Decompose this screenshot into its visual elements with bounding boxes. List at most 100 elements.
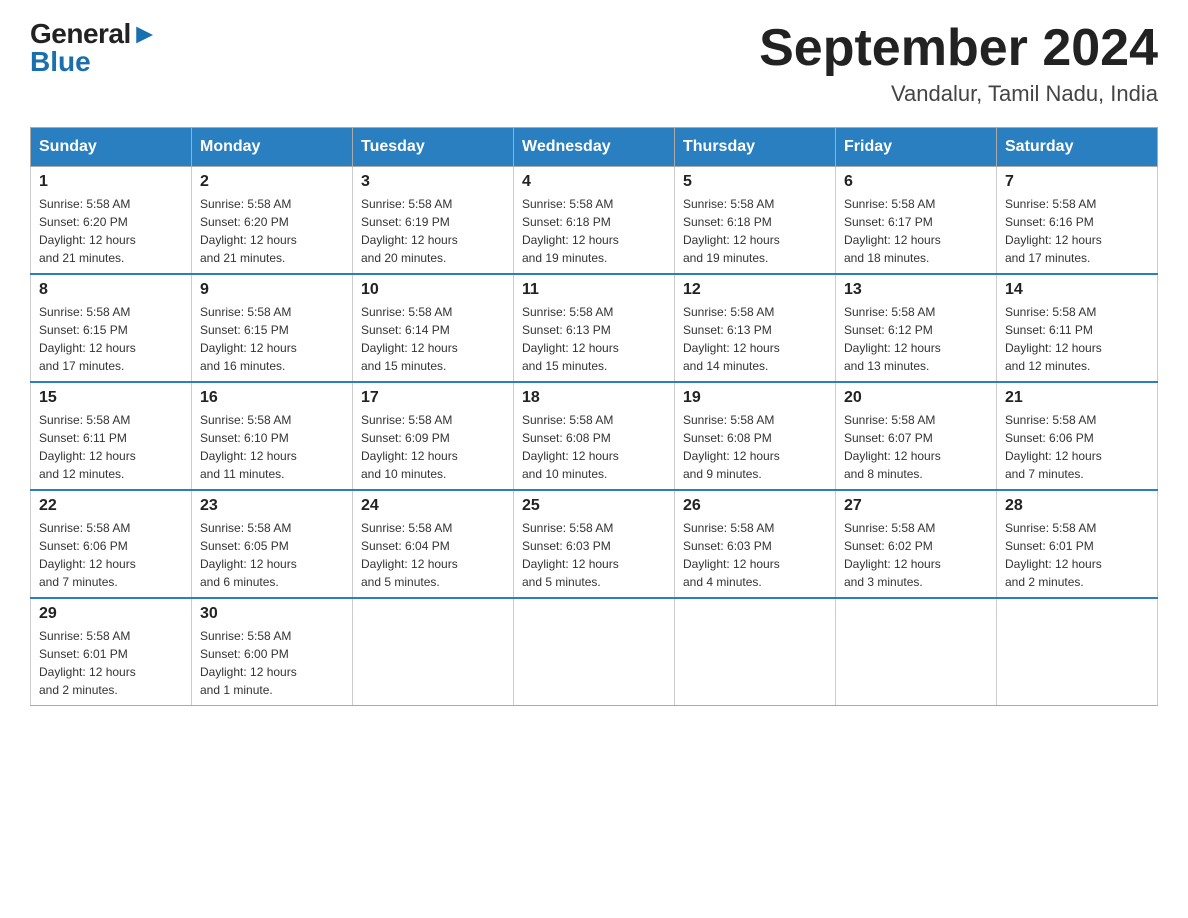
day-number: 11 xyxy=(522,281,666,299)
day-info: Sunrise: 5:58 AMSunset: 6:07 PMDaylight:… xyxy=(844,411,988,483)
day-info: Sunrise: 5:58 AMSunset: 6:16 PMDaylight:… xyxy=(1005,195,1149,267)
calendar-cell: 11 Sunrise: 5:58 AMSunset: 6:13 PMDayligh… xyxy=(514,274,675,382)
day-number: 24 xyxy=(361,497,505,515)
day-number: 26 xyxy=(683,497,827,515)
calendar-week-row: 15 Sunrise: 5:58 AMSunset: 6:11 PMDayligh… xyxy=(31,382,1158,490)
calendar-cell: 5 Sunrise: 5:58 AMSunset: 6:18 PMDaylight… xyxy=(675,167,836,275)
calendar-cell: 20 Sunrise: 5:58 AMSunset: 6:07 PMDayligh… xyxy=(836,382,997,490)
day-number: 2 xyxy=(200,173,344,191)
day-info: Sunrise: 5:58 AMSunset: 6:06 PMDaylight:… xyxy=(39,519,183,591)
col-header-friday: Friday xyxy=(836,128,997,167)
day-number: 21 xyxy=(1005,389,1149,407)
day-info: Sunrise: 5:58 AMSunset: 6:06 PMDaylight:… xyxy=(1005,411,1149,483)
calendar-cell: 6 Sunrise: 5:58 AMSunset: 6:17 PMDaylight… xyxy=(836,167,997,275)
day-info: Sunrise: 5:58 AMSunset: 6:14 PMDaylight:… xyxy=(361,303,505,375)
day-number: 18 xyxy=(522,389,666,407)
calendar-cell: 7 Sunrise: 5:58 AMSunset: 6:16 PMDaylight… xyxy=(997,167,1158,275)
day-number: 22 xyxy=(39,497,183,515)
day-number: 9 xyxy=(200,281,344,299)
day-number: 15 xyxy=(39,389,183,407)
calendar-cell: 28 Sunrise: 5:58 AMSunset: 6:01 PMDayligh… xyxy=(997,490,1158,598)
calendar-cell: 16 Sunrise: 5:58 AMSunset: 6:10 PMDayligh… xyxy=(192,382,353,490)
calendar-cell xyxy=(675,598,836,706)
calendar-cell xyxy=(353,598,514,706)
calendar-cell: 22 Sunrise: 5:58 AMSunset: 6:06 PMDayligh… xyxy=(31,490,192,598)
calendar-cell: 24 Sunrise: 5:58 AMSunset: 6:04 PMDayligh… xyxy=(353,490,514,598)
calendar-cell: 8Sunrise: 5:58 AMSunset: 6:15 PMDaylight… xyxy=(31,274,192,382)
day-number: 13 xyxy=(844,281,988,299)
page-header: General► Blue September 2024 Vandalur, T… xyxy=(30,20,1158,107)
day-info: Sunrise: 5:58 AMSunset: 6:00 PMDaylight:… xyxy=(200,627,344,699)
calendar-cell: 3 Sunrise: 5:58 AMSunset: 6:19 PMDaylight… xyxy=(353,167,514,275)
day-info: Sunrise: 5:58 AMSunset: 6:20 PMDaylight:… xyxy=(200,195,344,267)
col-header-saturday: Saturday xyxy=(997,128,1158,167)
day-info: Sunrise: 5:58 AMSunset: 6:03 PMDaylight:… xyxy=(683,519,827,591)
calendar-cell: 19 Sunrise: 5:58 AMSunset: 6:08 PMDayligh… xyxy=(675,382,836,490)
calendar-cell: 10 Sunrise: 5:58 AMSunset: 6:14 PMDayligh… xyxy=(353,274,514,382)
day-info: Sunrise: 5:58 AMSunset: 6:19 PMDaylight:… xyxy=(361,195,505,267)
calendar-cell: 26 Sunrise: 5:58 AMSunset: 6:03 PMDayligh… xyxy=(675,490,836,598)
day-number: 23 xyxy=(200,497,344,515)
day-info: Sunrise: 5:58 AMSunset: 6:11 PMDaylight:… xyxy=(39,411,183,483)
day-info: Sunrise: 5:58 AMSunset: 6:04 PMDaylight:… xyxy=(361,519,505,591)
calendar-cell: 23 Sunrise: 5:58 AMSunset: 6:05 PMDayligh… xyxy=(192,490,353,598)
day-number: 14 xyxy=(1005,281,1149,299)
day-info: Sunrise: 5:58 AMSunset: 6:13 PMDaylight:… xyxy=(683,303,827,375)
day-number: 4 xyxy=(522,173,666,191)
day-info: Sunrise: 5:58 AMSunset: 6:10 PMDaylight:… xyxy=(200,411,344,483)
day-info: Sunrise: 5:58 AMSunset: 6:08 PMDaylight:… xyxy=(683,411,827,483)
calendar-cell: 21 Sunrise: 5:58 AMSunset: 6:06 PMDayligh… xyxy=(997,382,1158,490)
calendar-cell: 25Sunrise: 5:58 AMSunset: 6:03 PMDayligh… xyxy=(514,490,675,598)
day-number: 30 xyxy=(200,605,344,623)
day-info: Sunrise: 5:58 AMSunset: 6:01 PMDaylight:… xyxy=(1005,519,1149,591)
title-block: September 2024 Vandalur, Tamil Nadu, Ind… xyxy=(759,20,1158,107)
calendar-cell: 4Sunrise: 5:58 AMSunset: 6:18 PMDaylight… xyxy=(514,167,675,275)
day-info: Sunrise: 5:58 AMSunset: 6:13 PMDaylight:… xyxy=(522,303,666,375)
day-info: Sunrise: 5:58 AMSunset: 6:08 PMDaylight:… xyxy=(522,411,666,483)
day-number: 29 xyxy=(39,605,183,623)
day-number: 12 xyxy=(683,281,827,299)
day-info: Sunrise: 5:58 AMSunset: 6:20 PMDaylight:… xyxy=(39,195,183,267)
day-number: 16 xyxy=(200,389,344,407)
day-number: 8 xyxy=(39,281,183,299)
day-info: Sunrise: 5:58 AMSunset: 6:05 PMDaylight:… xyxy=(200,519,344,591)
calendar-week-row: 29Sunrise: 5:58 AMSunset: 6:01 PMDayligh… xyxy=(31,598,1158,706)
col-header-monday: Monday xyxy=(192,128,353,167)
calendar-cell xyxy=(997,598,1158,706)
calendar-cell xyxy=(836,598,997,706)
day-number: 7 xyxy=(1005,173,1149,191)
col-header-sunday: Sunday xyxy=(31,128,192,167)
day-info: Sunrise: 5:58 AMSunset: 6:18 PMDaylight:… xyxy=(683,195,827,267)
calendar-table: SundayMondayTuesdayWednesdayThursdayFrid… xyxy=(30,127,1158,706)
calendar-cell: 9 Sunrise: 5:58 AMSunset: 6:15 PMDaylight… xyxy=(192,274,353,382)
calendar-cell: 17Sunrise: 5:58 AMSunset: 6:09 PMDayligh… xyxy=(353,382,514,490)
day-info: Sunrise: 5:58 AMSunset: 6:02 PMDaylight:… xyxy=(844,519,988,591)
calendar-cell: 15 Sunrise: 5:58 AMSunset: 6:11 PMDayligh… xyxy=(31,382,192,490)
day-info: Sunrise: 5:58 AMSunset: 6:15 PMDaylight:… xyxy=(200,303,344,375)
calendar-cell: 12 Sunrise: 5:58 AMSunset: 6:13 PMDayligh… xyxy=(675,274,836,382)
col-header-thursday: Thursday xyxy=(675,128,836,167)
day-info: Sunrise: 5:58 AMSunset: 6:09 PMDaylight:… xyxy=(361,411,505,483)
day-info: Sunrise: 5:58 AMSunset: 6:11 PMDaylight:… xyxy=(1005,303,1149,375)
logo-blue-text: Blue xyxy=(30,48,91,76)
calendar-title: September 2024 xyxy=(759,20,1158,77)
calendar-week-row: 1Sunrise: 5:58 AMSunset: 6:20 PMDaylight… xyxy=(31,167,1158,275)
day-info: Sunrise: 5:58 AMSunset: 6:17 PMDaylight:… xyxy=(844,195,988,267)
day-number: 10 xyxy=(361,281,505,299)
day-number: 5 xyxy=(683,173,827,191)
day-number: 25 xyxy=(522,497,666,515)
col-header-wednesday: Wednesday xyxy=(514,128,675,167)
day-number: 19 xyxy=(683,389,827,407)
calendar-cell: 18 Sunrise: 5:58 AMSunset: 6:08 PMDayligh… xyxy=(514,382,675,490)
day-number: 6 xyxy=(844,173,988,191)
day-number: 20 xyxy=(844,389,988,407)
logo-general-text: General► xyxy=(30,20,158,48)
calendar-cell xyxy=(514,598,675,706)
calendar-cell: 30 Sunrise: 5:58 AMSunset: 6:00 PMDayligh… xyxy=(192,598,353,706)
day-number: 3 xyxy=(361,173,505,191)
calendar-subtitle: Vandalur, Tamil Nadu, India xyxy=(759,81,1158,107)
calendar-cell: 2 Sunrise: 5:58 AMSunset: 6:20 PMDaylight… xyxy=(192,167,353,275)
day-number: 28 xyxy=(1005,497,1149,515)
calendar-cell: 29Sunrise: 5:58 AMSunset: 6:01 PMDayligh… xyxy=(31,598,192,706)
calendar-cell: 27Sunrise: 5:58 AMSunset: 6:02 PMDayligh… xyxy=(836,490,997,598)
